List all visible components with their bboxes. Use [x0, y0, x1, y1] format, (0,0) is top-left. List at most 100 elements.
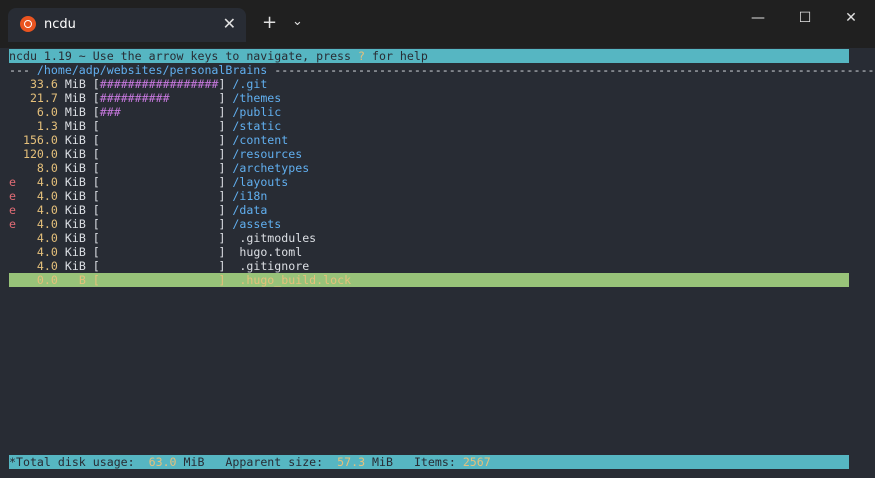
list-item[interactable]: 1.3 MiB [ ] /static [9, 119, 849, 133]
status-footer: *Total disk usage: 63.0 MiB Apparent siz… [9, 455, 849, 469]
path-trail: ----------------------------------------… [267, 63, 875, 77]
apparent-unit: MiB [372, 455, 393, 469]
apparent-value: 57.3 [337, 455, 366, 469]
help-header: ncdu 1.19 ~ Use the arrow keys to naviga… [9, 49, 849, 63]
status-flag: e [9, 175, 16, 189]
item-name: /data [232, 203, 268, 217]
bar-close: ] [218, 161, 233, 175]
usage-bar [100, 231, 219, 245]
item-unit: MiB [ [57, 119, 100, 133]
status-flag [9, 231, 16, 245]
item-unit: B [ [57, 273, 100, 287]
item-name: /i18n [232, 189, 268, 203]
item-name: hugo.toml [232, 245, 303, 259]
tab-close-icon[interactable]: ✕ [223, 14, 236, 33]
maximize-icon[interactable]: ☐ [790, 10, 820, 34]
list-item[interactable]: 4.0 KiB [ ] hugo.toml [9, 245, 849, 259]
item-name: /assets [232, 217, 282, 231]
item-size: 6.0 [15, 105, 58, 119]
bar-close: ] [218, 189, 233, 203]
item-name: /resources [232, 147, 303, 161]
minimize-icon[interactable]: — [743, 10, 773, 34]
item-unit: MiB [ [57, 77, 100, 91]
item-unit: KiB [ [57, 175, 100, 189]
item-size: 156.0 [15, 133, 58, 147]
item-unit: KiB [ [57, 245, 100, 259]
item-size: 4.0 [15, 217, 58, 231]
item-name: /content [232, 133, 289, 147]
bar-close: ] [218, 259, 233, 273]
item-size: 4.0 [15, 245, 58, 259]
header-suffix: for help [365, 49, 428, 63]
list-item[interactable]: 4.0 KiB [ ] .gitignore [9, 259, 849, 273]
item-name: /public [232, 105, 282, 119]
path-line: --- /home/adp/websites/personalBrains --… [9, 63, 875, 77]
list-item[interactable]: 4.0 KiB [ ] .gitmodules [9, 231, 849, 245]
total-unit: MiB [183, 455, 205, 469]
bar-close: ] [218, 217, 233, 231]
total-value: 63.0 [148, 455, 177, 469]
bar-close: ] [218, 147, 233, 161]
bar-close: ] [218, 245, 233, 259]
bar-close: ] [218, 203, 233, 217]
usage-bar [100, 189, 219, 203]
item-size: 21.7 [15, 91, 58, 105]
item-unit: KiB [ [57, 133, 100, 147]
item-unit: MiB [ [57, 91, 100, 105]
list-item[interactable]: 8.0 KiB [ ] /archetypes [9, 161, 849, 175]
usage-bar [100, 259, 219, 273]
tab-title: ncdu [44, 17, 76, 32]
bar-close: ] [218, 77, 233, 91]
list-item[interactable]: e 4.0 KiB [ ] /assets [9, 217, 849, 231]
usage-bar [100, 147, 219, 161]
close-icon[interactable]: ✕ [836, 10, 866, 34]
list-item[interactable]: 21.7 MiB [########## ] /themes [9, 91, 849, 105]
tab-ncdu[interactable]: ncdu ✕ [8, 8, 246, 42]
item-unit: KiB [ [57, 189, 100, 203]
ubuntu-icon [20, 16, 36, 32]
bar-close: ] [218, 133, 233, 147]
list-item[interactable]: 120.0 KiB [ ] /resources [9, 147, 849, 161]
bar-close: ] [218, 175, 233, 189]
list-item[interactable]: 156.0 KiB [ ] /content [9, 133, 849, 147]
list-item[interactable]: 0.0 B [ ] .hugo_build.lock [9, 273, 849, 287]
terminal[interactable]: ncdu 1.19 ~ Use the arrow keys to naviga… [9, 49, 875, 469]
item-name: /themes [232, 91, 282, 105]
status-flag [9, 273, 16, 287]
list-item[interactable]: e 4.0 KiB [ ] /data [9, 203, 849, 217]
chevron-down-icon[interactable]: ⌄ [292, 14, 303, 29]
bar-close: ] [218, 273, 233, 287]
list-item[interactable]: 6.0 MiB [### ] /public [9, 105, 849, 119]
apparent-label: Apparent size: [225, 455, 324, 469]
list-item[interactable]: e 4.0 KiB [ ] /layouts [9, 175, 849, 189]
usage-bar [100, 133, 219, 147]
help-key: ? [358, 49, 365, 63]
item-unit: KiB [ [57, 231, 100, 245]
usage-bar [100, 217, 219, 231]
item-unit: MiB [ [57, 105, 100, 119]
title-bar: ncdu ✕ + ⌄ — ☐ ✕ [0, 0, 875, 48]
item-unit: KiB [ [57, 259, 100, 273]
usage-bar: ### [99, 105, 219, 119]
usage-bar [100, 203, 219, 217]
new-tab-icon[interactable]: + [262, 12, 277, 33]
status-flag [9, 245, 16, 259]
item-size: 8.0 [15, 161, 58, 175]
usage-bar: ########## [99, 91, 219, 105]
usage-bar [100, 161, 219, 175]
status-flag [9, 77, 16, 91]
item-name: .hugo_build.lock [232, 273, 352, 287]
item-name: /archetypes [232, 161, 310, 175]
item-size: 4.0 [15, 203, 58, 217]
bar-close: ] [218, 91, 233, 105]
total-label: *Total disk usage: [9, 455, 135, 469]
item-size: 4.0 [15, 259, 58, 273]
items-label: Items: [413, 455, 456, 469]
list-item[interactable]: 33.6 MiB [#################] /.git [9, 77, 849, 91]
status-flag [9, 105, 16, 119]
list-item[interactable]: e 4.0 KiB [ ] /i18n [9, 189, 849, 203]
status-flag [9, 119, 16, 133]
current-path: /home/adp/websites/personalBrains [36, 63, 268, 77]
items-value: 2567 [462, 455, 491, 469]
status-flag [9, 259, 16, 273]
